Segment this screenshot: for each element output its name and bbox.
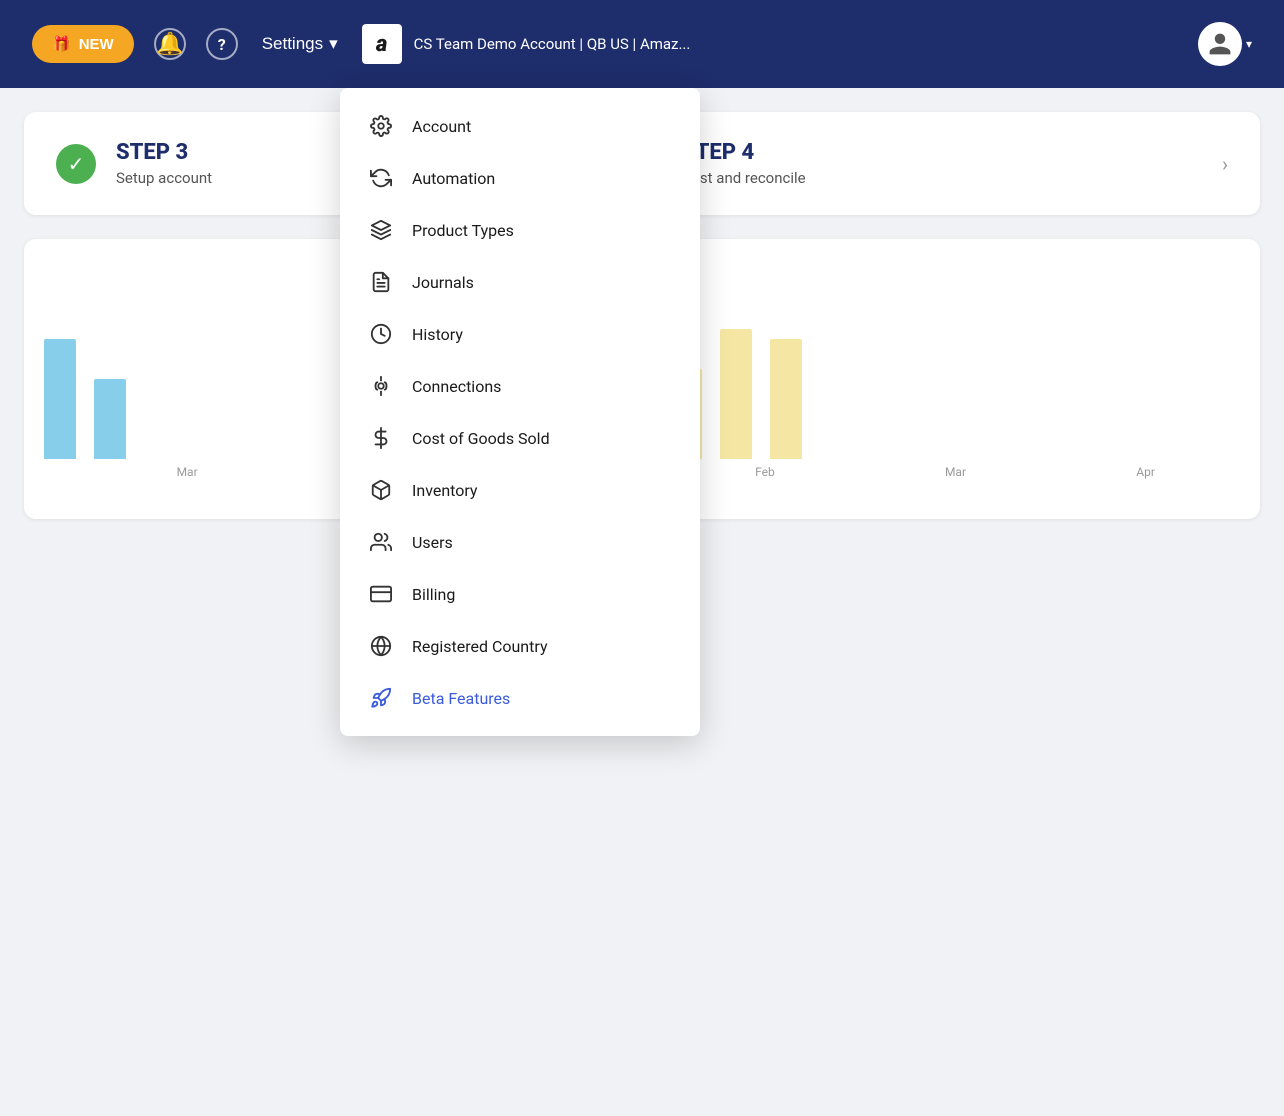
bell-icon[interactable]: 🔔 (154, 28, 186, 60)
menu-item-inventory[interactable]: Inventory (340, 464, 700, 516)
product-types-label: Product Types (412, 221, 514, 240)
billing-icon (368, 581, 394, 607)
right-axis-apr: Apr (1136, 465, 1155, 479)
beta-features-icon (368, 685, 394, 711)
left-axis-mar: Mar (177, 465, 198, 479)
registered-country-label: Registered Country (412, 637, 548, 656)
bar-right-2 (720, 329, 752, 459)
cogs-icon (368, 425, 394, 451)
users-icon (368, 529, 394, 555)
right-axis-mar: Mar (945, 465, 966, 479)
settings-dropdown: Account Automation Product Types (340, 88, 700, 736)
step4-info: STEP 4 Post and reconcile (682, 140, 1202, 187)
cogs-label: Cost of Goods Sold (412, 429, 550, 448)
settings-chevron: ▾ (329, 34, 338, 54)
right-chart-bars (670, 299, 1240, 459)
account-label: Account (412, 117, 471, 136)
menu-item-product-types[interactable]: Product Types (340, 204, 700, 256)
beta-features-label: Beta Features (412, 689, 510, 708)
product-types-icon (368, 217, 394, 243)
settings-button[interactable]: Settings ▾ (262, 34, 338, 54)
help-icon[interactable]: ? (206, 28, 238, 60)
step4-arrow: › (1222, 152, 1228, 176)
journals-icon (368, 269, 394, 295)
inventory-label: Inventory (412, 481, 478, 500)
user-icon (1207, 31, 1233, 57)
new-button[interactable]: 🎁 NEW (32, 25, 134, 63)
gift-icon: 🎁 (52, 35, 71, 53)
menu-item-registered-country[interactable]: Registered Country (340, 620, 700, 672)
menu-item-history[interactable]: History (340, 308, 700, 360)
billing-label: Billing (412, 585, 455, 604)
automation-label: Automation (412, 169, 495, 188)
menu-item-billing[interactable]: Billing (340, 568, 700, 620)
account-name: CS Team Demo Account | QB US | Amaz... (414, 35, 691, 53)
user-avatar[interactable] (1198, 22, 1242, 66)
step4-title: STEP 4 (682, 140, 1202, 165)
bar-right-3 (770, 339, 802, 459)
step3-check-icon: ✓ (56, 144, 96, 184)
history-icon (368, 321, 394, 347)
registered-country-icon (368, 633, 394, 659)
automation-icon (368, 165, 394, 191)
users-label: Users (412, 533, 453, 552)
menu-item-automation[interactable]: Automation (340, 152, 700, 204)
new-button-label: NEW (79, 36, 114, 53)
menu-item-journals[interactable]: Journals (340, 256, 700, 308)
main-header: 🎁 NEW 🔔 ? Settings ▾ a CS Team Demo Acco… (0, 0, 1284, 88)
settings-label: Settings (262, 34, 323, 54)
right-chart-axis: Feb Mar Apr (670, 465, 1240, 479)
step4-card[interactable]: STEP 4 Post and reconcile › (650, 112, 1260, 215)
history-label: History (412, 325, 463, 344)
menu-item-users[interactable]: Users (340, 516, 700, 568)
step4-subtitle: Post and reconcile (682, 169, 1202, 187)
menu-item-account[interactable]: Account (340, 100, 700, 152)
account-icon (368, 113, 394, 139)
menu-item-cogs[interactable]: Cost of Goods Sold (340, 412, 700, 464)
right-chart: Feb Mar Apr (650, 239, 1260, 519)
bar-left-2 (94, 379, 126, 459)
header-icons: 🔔 ? (154, 28, 238, 60)
amazon-logo: a (362, 24, 402, 64)
bar-left-1 (44, 339, 76, 459)
inventory-icon (368, 477, 394, 503)
menu-item-connections[interactable]: Connections (340, 360, 700, 412)
menu-item-beta-features[interactable]: Beta Features (340, 672, 700, 724)
journals-label: Journals (412, 273, 474, 292)
avatar-chevron: ▾ (1246, 37, 1252, 51)
connections-icon (368, 373, 394, 399)
connections-label: Connections (412, 377, 501, 396)
right-axis-feb: Feb (755, 465, 775, 479)
